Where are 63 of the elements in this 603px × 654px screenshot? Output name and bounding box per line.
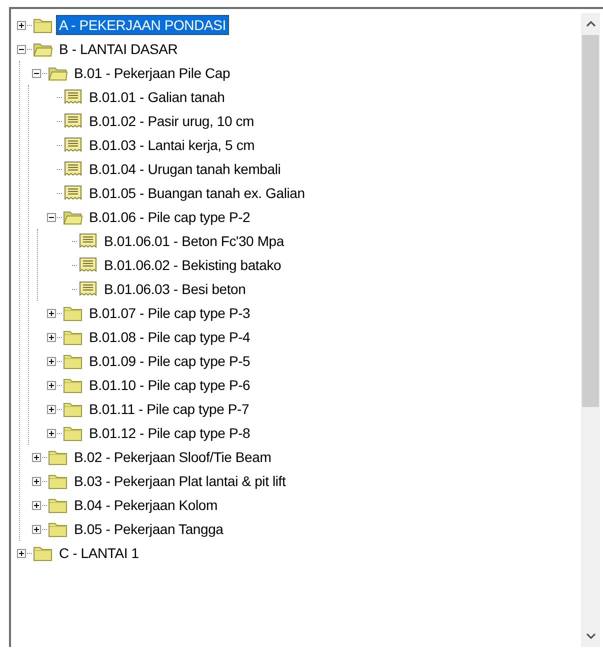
folder-icon bbox=[48, 521, 68, 537]
folder-icon bbox=[63, 305, 83, 321]
document-icon bbox=[63, 185, 83, 201]
folder-icon bbox=[63, 329, 83, 345]
open-folder-icon bbox=[48, 65, 68, 81]
folder-icon bbox=[48, 449, 68, 465]
tree-item[interactable]: B.01.05 - Buangan tanah ex. Galian bbox=[86, 183, 308, 203]
folder-icon bbox=[48, 497, 68, 513]
tree-item[interactable]: B.01.06.01 - Beton Fc'30 Mpa bbox=[101, 231, 287, 251]
tree-item[interactable]: B.01.12 - Pile cap type P-8 bbox=[86, 423, 254, 443]
scrollbar-thumb[interactable] bbox=[582, 35, 599, 407]
expand-icon[interactable] bbox=[46, 308, 56, 318]
tree-item[interactable]: B.01.06.02 - Bekisting batako bbox=[101, 255, 284, 275]
expand-icon[interactable] bbox=[32, 452, 40, 462]
document-icon bbox=[63, 89, 83, 105]
document-icon bbox=[78, 281, 98, 297]
tree-item[interactable]: B.02 - Pekerjaan Sloof/Tie Beam bbox=[71, 447, 274, 467]
folder-icon bbox=[33, 17, 53, 33]
tree-item[interactable]: B.01.02 - Pasir urug, 10 cm bbox=[86, 111, 258, 131]
tree-item[interactable]: A - PEKERJAAN PONDASI bbox=[56, 15, 229, 35]
folder-icon bbox=[63, 425, 83, 441]
expand-icon[interactable] bbox=[46, 428, 56, 438]
tree-item[interactable]: B.03 - Pekerjaan Plat lantai & pit lift bbox=[71, 471, 289, 491]
tree-item[interactable]: B - LANTAI DASAR bbox=[56, 39, 181, 59]
folder-icon bbox=[33, 545, 53, 561]
expand-icon[interactable] bbox=[46, 404, 56, 414]
tree-item[interactable]: B.01.09 - Pile cap type P-5 bbox=[86, 351, 254, 371]
tree-item[interactable]: B.01.08 - Pile cap type P-4 bbox=[86, 327, 254, 347]
tree-item[interactable]: B.01.11 - Pile cap type P-7 bbox=[86, 399, 252, 419]
expand-icon[interactable] bbox=[16, 20, 26, 30]
expand-icon[interactable] bbox=[46, 356, 56, 366]
tree-item[interactable]: B.01 - Pekerjaan Pile Cap bbox=[71, 63, 234, 83]
tree-item[interactable]: B.01.10 - Pile cap type P-6 bbox=[86, 375, 254, 395]
document-icon bbox=[78, 257, 98, 273]
tree-item[interactable]: B.04 - Pekerjaan Kolom bbox=[71, 495, 220, 515]
folder-icon bbox=[48, 473, 68, 489]
folder-icon bbox=[63, 377, 83, 393]
vertical-scrollbar[interactable] bbox=[581, 13, 600, 647]
collapse-icon[interactable] bbox=[32, 68, 40, 78]
open-folder-icon bbox=[63, 209, 83, 225]
document-icon bbox=[63, 113, 83, 129]
open-folder-icon bbox=[33, 41, 53, 57]
expand-icon[interactable] bbox=[32, 500, 40, 510]
expand-icon[interactable] bbox=[46, 332, 56, 342]
tree-item[interactable]: B.01.06 - Pile cap type P-2 bbox=[86, 207, 254, 227]
tree-item[interactable]: B.01.06.03 - Besi beton bbox=[101, 279, 249, 299]
tree-item[interactable]: B.01.03 - Lantai kerja, 5 cm bbox=[86, 135, 258, 155]
document-icon bbox=[78, 233, 98, 249]
tree-item[interactable]: B.05 - Pekerjaan Tangga bbox=[71, 519, 226, 539]
document-icon bbox=[63, 161, 83, 177]
expand-icon[interactable] bbox=[32, 476, 40, 486]
expand-icon[interactable] bbox=[46, 380, 56, 390]
tree-item[interactable]: B.01.04 - Urugan tanah kembali bbox=[86, 159, 284, 179]
expand-icon[interactable] bbox=[16, 548, 26, 558]
document-icon bbox=[63, 137, 83, 153]
folder-icon bbox=[63, 353, 83, 369]
collapse-icon[interactable] bbox=[16, 44, 26, 54]
tree-item[interactable]: B.01.01 - Galian tanah bbox=[86, 87, 228, 107]
tree-item[interactable]: B.01.07 - Pile cap type P-3 bbox=[86, 303, 254, 323]
folder-icon bbox=[63, 401, 83, 417]
tree-item[interactable]: C - LANTAI 1 bbox=[56, 543, 142, 563]
collapse-icon[interactable] bbox=[46, 212, 56, 222]
expand-icon[interactable] bbox=[32, 524, 40, 534]
